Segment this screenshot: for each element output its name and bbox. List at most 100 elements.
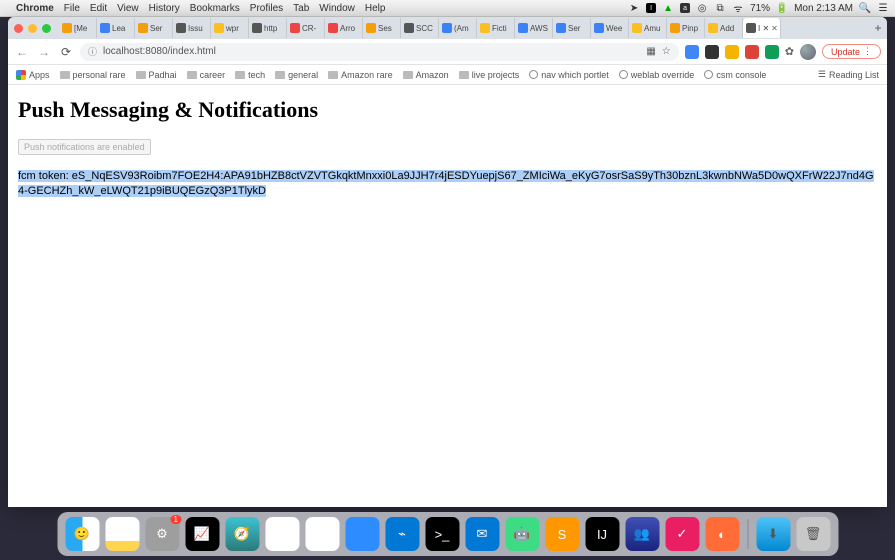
bookmark-item[interactable]: nav which portlet [529, 70, 609, 80]
browser-tab[interactable]: I ✕✕ [743, 18, 781, 38]
ext-icon[interactable] [765, 45, 779, 59]
menu-edit[interactable]: Edit [90, 3, 107, 14]
browser-tab[interactable]: Ficti [477, 18, 515, 38]
dock-todo[interactable]: ✓ [665, 517, 699, 551]
bookmark-item[interactable]: Amazon [403, 70, 449, 80]
status-icon[interactable]: I [646, 3, 656, 13]
wifi-icon[interactable]: ᯤ [732, 2, 744, 14]
browser-tab[interactable]: Wee [591, 18, 629, 38]
browser-tab[interactable]: http [249, 18, 287, 38]
dock-chrome[interactable]: ◎ [265, 517, 299, 551]
qr-icon[interactable]: ▦ [646, 46, 655, 57]
update-button[interactable]: Update ⋮ [822, 44, 881, 59]
spotlight-icon[interactable]: 🔍 [859, 2, 871, 14]
bookmark-item[interactable]: personal rare [60, 70, 126, 80]
status-icon[interactable]: ▲ [662, 2, 674, 14]
status-icon[interactable]: ◎ [696, 2, 708, 14]
browser-tab[interactable]: Amu [629, 18, 667, 38]
dock-sublime[interactable]: S [545, 517, 579, 551]
chrome-menu-icon[interactable]: ⋮ [863, 46, 872, 57]
dock-safari[interactable]: 🧭 [225, 517, 259, 551]
fcm-token-text[interactable]: fcm token: eS_NqESV93Roibm7FOE2H4:APA91b… [18, 169, 877, 199]
browser-tab[interactable]: Pinp [667, 18, 705, 38]
browser-tab[interactable]: Add [705, 18, 743, 38]
bookmark-star-icon[interactable]: ☆ [662, 46, 671, 57]
browser-tab[interactable]: CR- [287, 18, 325, 38]
bookmark-item[interactable]: career [187, 70, 226, 80]
status-icon[interactable]: ⧉ [714, 2, 726, 14]
browser-tab[interactable]: SCC [401, 18, 439, 38]
dock-finder[interactable]: 🙂 [65, 517, 99, 551]
menu-history[interactable]: History [149, 3, 180, 14]
menu-help[interactable]: Help [365, 3, 386, 14]
window-close[interactable] [14, 24, 23, 33]
window-minimize[interactable] [28, 24, 37, 33]
status-icon[interactable]: a [680, 3, 690, 13]
browser-tab[interactable]: [Me [59, 18, 97, 38]
browser-tab[interactable]: Ser [553, 18, 591, 38]
profile-avatar[interactable] [800, 44, 816, 60]
folder-icon [60, 71, 70, 79]
tab-title: I ✕ [758, 24, 769, 33]
dock-activity[interactable]: 📈 [185, 517, 219, 551]
dock-outlook[interactable]: ✉ [465, 517, 499, 551]
dock-terminal[interactable]: >_ [425, 517, 459, 551]
safari-icon: 🧭 [234, 526, 250, 542]
browser-tab[interactable]: wpr [211, 18, 249, 38]
back-button[interactable]: ← [14, 44, 30, 60]
ext-icon[interactable] [685, 45, 699, 59]
bookmark-label: personal rare [73, 70, 126, 80]
browser-tab[interactable]: Ser [135, 18, 173, 38]
bookmark-item[interactable]: general [275, 70, 318, 80]
control-center-icon[interactable]: ☰ [877, 2, 889, 14]
menubar-clock[interactable]: Mon 2:13 AM [794, 3, 853, 14]
menu-profiles[interactable]: Profiles [250, 3, 283, 14]
menu-window[interactable]: Window [319, 3, 355, 14]
dock-intellij[interactable]: IJ [585, 517, 619, 551]
bookmark-item[interactable]: Apps [16, 70, 50, 80]
dock-vscode[interactable]: ⌁ [385, 517, 419, 551]
ext-icon[interactable] [745, 45, 759, 59]
bookmark-item[interactable]: csm console [704, 70, 766, 80]
dock-postman[interactable]: ◐ [705, 517, 739, 551]
dock-downloads[interactable]: ⬇ [756, 517, 790, 551]
status-icon[interactable]: ➤ [628, 2, 640, 14]
tab-close-icon[interactable]: ✕ [771, 24, 778, 33]
bookmark-item[interactable]: weblab override [619, 70, 695, 80]
browser-tab[interactable]: Arro [325, 18, 363, 38]
bookmark-item[interactable]: tech [235, 70, 265, 80]
battery-icon[interactable]: 🔋 [776, 2, 788, 14]
dock-teams[interactable]: 👥 [625, 517, 659, 551]
bookmark-item[interactable]: live projects [459, 70, 520, 80]
dock-zoom[interactable] [345, 517, 379, 551]
browser-tab[interactable]: AWS [515, 18, 553, 38]
menu-view[interactable]: View [117, 3, 139, 14]
dock-trash[interactable]: 🗑 [796, 517, 830, 551]
browser-tab[interactable]: Lea [97, 18, 135, 38]
browser-tab[interactable]: (Am [439, 18, 477, 38]
ext-icon[interactable] [725, 45, 739, 59]
ext-icon[interactable] [705, 45, 719, 59]
dock-settings[interactable]: ⚙1 [145, 517, 179, 551]
reload-button[interactable]: ⟳ [58, 44, 74, 60]
toolbar-right: ✿ Update ⋮ [685, 44, 881, 60]
bookmark-item[interactable]: Padhai [136, 70, 177, 80]
new-tab-button[interactable]: + [869, 21, 887, 35]
menu-bookmarks[interactable]: Bookmarks [190, 3, 240, 14]
dock-android[interactable]: 🤖 [505, 517, 539, 551]
reading-list[interactable]: ☰ Reading List [818, 69, 879, 80]
favicon [290, 23, 300, 33]
browser-tab[interactable]: Ses [363, 18, 401, 38]
extensions-icon[interactable]: ✿ [785, 45, 794, 58]
menu-file[interactable]: File [64, 3, 80, 14]
dock-slack[interactable]: ✱ [305, 517, 339, 551]
postman-icon: ◐ [718, 527, 726, 542]
site-info-icon[interactable]: ⓘ [88, 45, 97, 58]
dock-notes[interactable] [105, 517, 139, 551]
browser-tab[interactable]: Issu [173, 18, 211, 38]
app-name[interactable]: Chrome [16, 3, 54, 14]
address-bar[interactable]: ⓘ localhost:8080/index.html ▦ ☆ [80, 43, 679, 61]
window-maximize[interactable] [42, 24, 51, 33]
bookmark-item[interactable]: Amazon rare [328, 70, 393, 80]
menu-tab[interactable]: Tab [293, 3, 309, 14]
